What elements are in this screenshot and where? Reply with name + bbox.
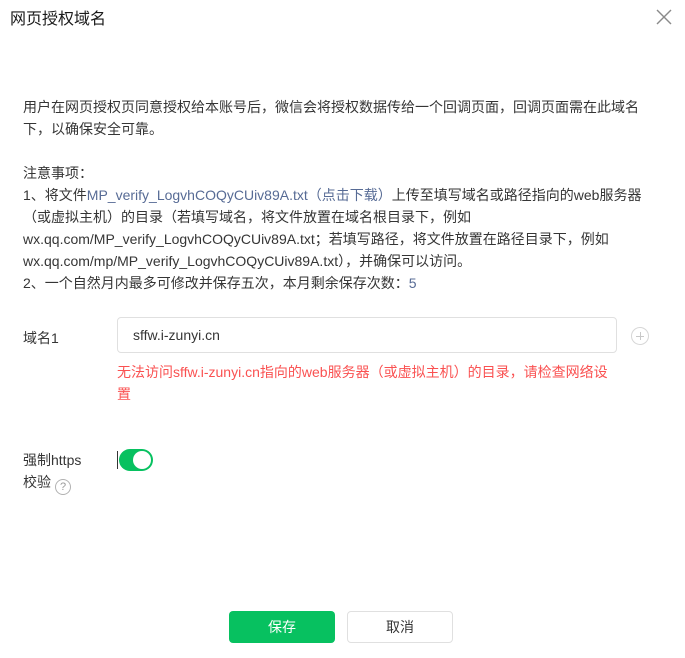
remaining-save-count: 5 <box>408 275 417 291</box>
force-https-label-line-1: 强制https <box>23 452 82 468</box>
domain-auth-dialog: 网页授权域名 用户在网页授权页同意授权给本账号后，微信会将授权数据传给一个回调页… <box>0 0 685 658</box>
force-https-toggle[interactable] <box>119 449 153 471</box>
cancel-button[interactable]: 取消 <box>347 611 453 643</box>
domain-error-message: 无法访问sffw.i-zunyi.cn指向的web服务器（或虚拟主机）的目录，请… <box>117 364 608 402</box>
notes-item-1-suffix: 上传至填写域名或路径指向的web服务器 <box>391 187 642 203</box>
close-icon[interactable] <box>653 6 675 28</box>
notes-item-1-line-2: （或虚拟主机）的目录（若填写域名，将文件放置在域名根目录下，例如 <box>23 209 471 225</box>
toggle-knob <box>133 451 151 469</box>
notes-item-1-line-4: wx.qq.com/mp/MP_verify_LogvhCOQyCUiv89A.… <box>23 253 472 269</box>
notes-heading: 注意事项： <box>23 165 93 181</box>
force-https-label-line-2: 校验? <box>23 471 103 495</box>
notes-item-2: 2、一个自然月内最多可修改并保存五次，本月剩余保存次数：5 <box>23 272 663 294</box>
force-https-label-line-2-text: 校验 <box>23 474 51 490</box>
notes-item-1: 1、将文件MP_verify_LogvhCOQyCUiv89A.txt（点击下载… <box>23 184 663 206</box>
force-https-label: 强制https 校验? <box>23 449 103 495</box>
save-button[interactable]: 保存 <box>229 611 335 643</box>
dialog-title: 网页授权域名 <box>10 11 107 28</box>
verify-file-download-link[interactable]: MP_verify_LogvhCOQyCUiv89A.txt（点击下载） <box>87 187 392 203</box>
notes-item-1-line-3: wx.qq.com/MP_verify_LogvhCOQyCUiv89A.txt… <box>23 231 609 247</box>
text-cursor <box>117 451 118 469</box>
question-circle-icon[interactable]: ? <box>55 479 71 495</box>
description-text: 用户在网页授权页同意授权给本账号后，微信会将授权数据传给一个回调页面，回调页面需… <box>23 99 639 137</box>
notes-section: 注意事项： 1、将文件MP_verify_LogvhCOQyCUiv89A.tx… <box>23 162 663 294</box>
notes-item-1-prefix: 1、将文件 <box>23 187 87 203</box>
plus-circle-icon[interactable] <box>631 327 649 345</box>
notes-item-2-text: 2、一个自然月内最多可修改并保存五次，本月剩余保存次数： <box>23 275 409 291</box>
domain-1-label: 域名1 <box>23 330 59 346</box>
domain-1-input[interactable] <box>117 317 617 353</box>
